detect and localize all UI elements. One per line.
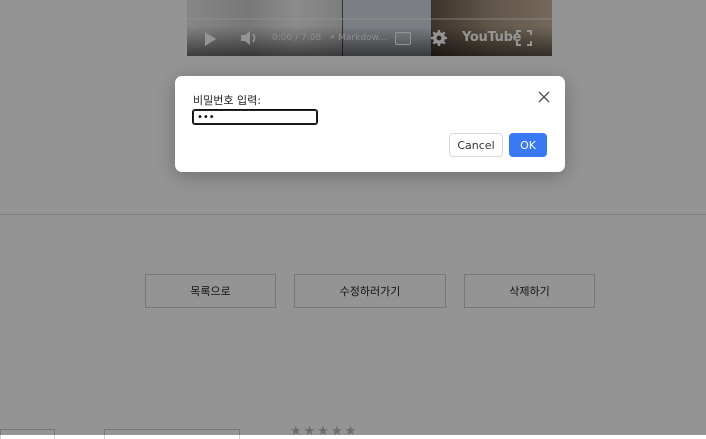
close-icon[interactable] bbox=[537, 90, 551, 104]
ok-button[interactable]: OK bbox=[509, 133, 547, 157]
modal-overlay bbox=[0, 0, 706, 435]
password-label: 비밀번호 입력: bbox=[193, 94, 261, 107]
cancel-button[interactable]: Cancel bbox=[449, 133, 503, 157]
password-dialog: 비밀번호 입력: Cancel OK bbox=[175, 76, 565, 172]
password-input[interactable] bbox=[192, 109, 318, 125]
